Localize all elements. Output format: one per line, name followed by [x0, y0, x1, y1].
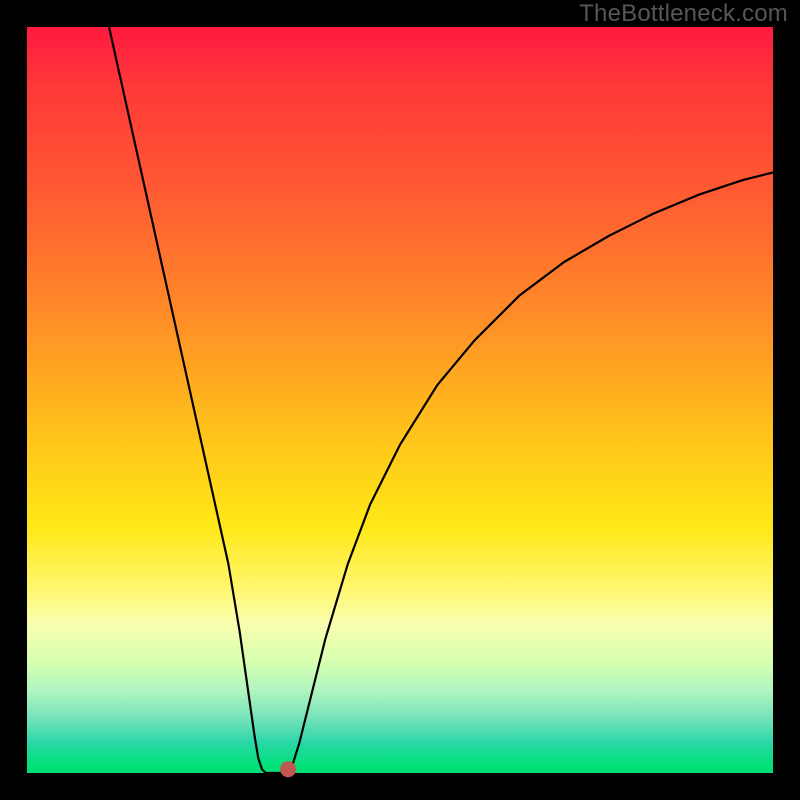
- chart-container: TheBottleneck.com: [0, 0, 800, 800]
- watermark-text: TheBottleneck.com: [579, 0, 788, 28]
- plot-area: [27, 27, 773, 773]
- bottleneck-curve: [109, 27, 773, 773]
- optimal-point-marker: [280, 761, 296, 777]
- curve-layer: [27, 27, 773, 773]
